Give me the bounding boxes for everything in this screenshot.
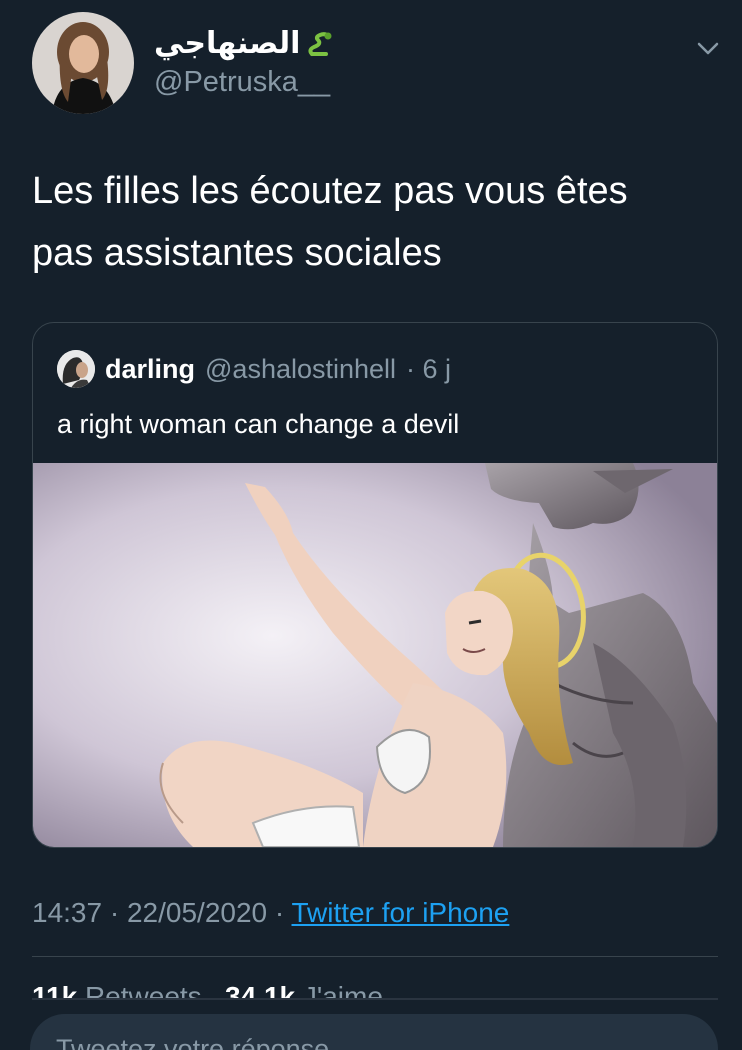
- quoted-tweet-image[interactable]: [33, 463, 717, 847]
- quoted-author-name: darling: [105, 353, 196, 384]
- likes-count[interactable]: 34,1k: [225, 981, 295, 999]
- quoted-tweet-header: darling @ashalostinhell · 6 j: [57, 350, 452, 388]
- tweet-detail-screen: الصنهاجي @Petruska__ Les filles les écou…: [0, 0, 742, 1050]
- author-handle[interactable]: @Petruska__: [154, 64, 334, 100]
- angel-devil-illustration: [33, 463, 717, 847]
- tweet-date: 22/05/2020: [126, 897, 268, 928]
- quoted-tweet-card[interactable]: darling @ashalostinhell · 6 j a right wo…: [32, 322, 718, 848]
- tweet-text-line: pas assistantes sociales: [32, 232, 442, 274]
- retweets-label[interactable]: Retweets: [85, 981, 202, 999]
- quoted-tweet-text: a right woman can change a devil: [57, 409, 460, 439]
- tweet-time: 14:37: [32, 897, 103, 928]
- divider: [32, 956, 718, 957]
- snake-icon: [306, 30, 334, 58]
- retweets-count[interactable]: 11k: [32, 981, 77, 999]
- tweet-source-link[interactable]: Twitter for iPhone: [292, 897, 510, 928]
- tweet-stats: 11k Retweets 34,1k J'aime: [32, 977, 383, 999]
- chevron-down-icon[interactable]: [694, 34, 722, 62]
- quoted-tweet-time: · 6 j: [406, 353, 452, 384]
- meta-separator: ·: [109, 897, 120, 928]
- meta-separator: ·: [274, 897, 285, 928]
- author-avatar-image: [32, 12, 134, 114]
- quoted-author-handle: @ashalostinhell: [205, 353, 397, 384]
- reply-input[interactable]: [30, 1014, 718, 1050]
- tweet-text-line: Les filles les écoutez pas vous êtes: [32, 170, 628, 212]
- likes-label[interactable]: J'aime: [303, 981, 383, 999]
- tweet-text: Les filles les écoutez pas vous êtes pas…: [32, 160, 712, 284]
- author-names: الصنهاجي @Petruska__: [154, 26, 334, 100]
- author-display-name[interactable]: الصنهاجي: [154, 26, 334, 62]
- author-avatar[interactable]: [32, 12, 134, 114]
- tweet-header: الصنهاجي @Petruska__: [32, 12, 722, 116]
- quoted-author-avatar: [57, 350, 95, 388]
- tweet-meta: 14:37 · 22/05/2020 · Twitter for iPhone: [32, 893, 509, 933]
- author-display-name-text: الصنهاجي: [154, 27, 301, 60]
